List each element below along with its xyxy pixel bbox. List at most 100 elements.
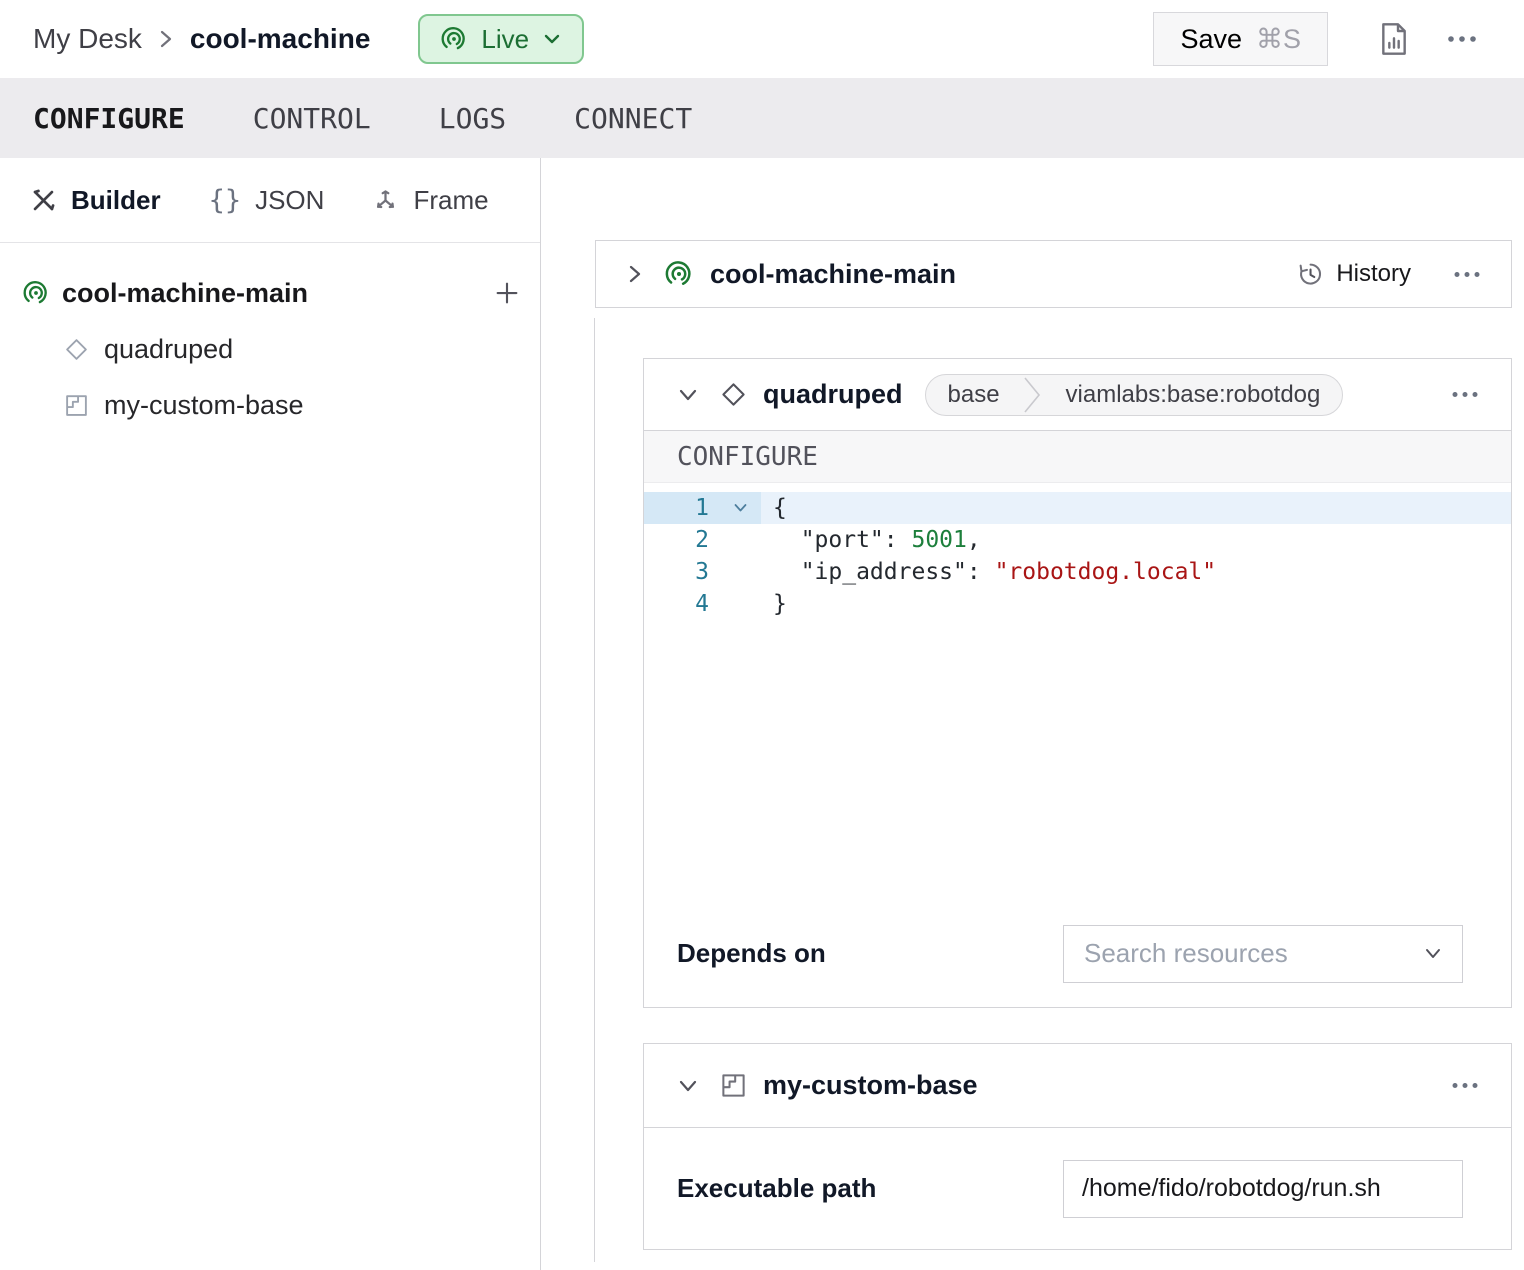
mode-frame-label: Frame bbox=[413, 185, 488, 216]
tab-connect[interactable]: CONNECT bbox=[574, 102, 692, 135]
breadcrumb-parent-link[interactable]: My Desk bbox=[33, 23, 142, 55]
report-icon[interactable] bbox=[1378, 20, 1410, 58]
mode-frame[interactable]: Frame bbox=[372, 185, 488, 216]
config-mode-switcher: Builder {} JSON Frame bbox=[0, 158, 540, 243]
code-text: } bbox=[761, 588, 1511, 620]
quadruped-card-title: quadruped bbox=[763, 379, 903, 410]
custom-base-card-menu[interactable] bbox=[1451, 1082, 1479, 1089]
depends-on-row: Depends on bbox=[644, 900, 1511, 1007]
machine-name: cool-machine bbox=[190, 23, 370, 55]
tree-base-label: my-custom-base bbox=[104, 390, 304, 421]
fold-gutter bbox=[719, 556, 761, 588]
quadruped-card-menu[interactable] bbox=[1451, 391, 1479, 398]
line-number: 4 bbox=[644, 588, 719, 620]
code-text: "ip_address": "robotdog.local" bbox=[761, 556, 1511, 588]
tree-item-machine-part[interactable]: cool-machine-main bbox=[0, 265, 540, 321]
code-text: "port": 5001, bbox=[761, 524, 1511, 556]
save-button[interactable]: Save ⌘S bbox=[1153, 12, 1328, 66]
expand-machine-card-button[interactable] bbox=[626, 261, 644, 287]
code-key: "ip_address": bbox=[773, 559, 995, 585]
mode-json-label: JSON bbox=[255, 185, 324, 216]
machine-card-menu[interactable] bbox=[1453, 271, 1481, 278]
line-number: 2 bbox=[644, 524, 719, 556]
code-line-2[interactable]: 2 "port": 5001, bbox=[644, 524, 1511, 556]
mode-builder[interactable]: Builder bbox=[30, 185, 161, 216]
code-key: "port": bbox=[773, 527, 911, 553]
tab-control[interactable]: CONTROL bbox=[253, 102, 371, 135]
executable-path-input[interactable] bbox=[1082, 1174, 1444, 1203]
search-resources-input[interactable] bbox=[1084, 938, 1422, 969]
breadcrumb-separator-icon bbox=[158, 27, 174, 51]
code-line-4[interactable]: 4 } bbox=[644, 588, 1511, 620]
collapse-base-button[interactable] bbox=[676, 1078, 700, 1094]
machine-part-card: cool-machine-main History bbox=[595, 240, 1512, 308]
badge-type: base bbox=[926, 375, 1022, 415]
code-text: { bbox=[761, 492, 1511, 524]
tree-item-quadruped[interactable]: quadruped bbox=[0, 321, 540, 377]
executable-path-row: Executable path bbox=[644, 1128, 1511, 1249]
builder-tools-icon bbox=[30, 187, 57, 214]
add-resource-button[interactable] bbox=[492, 278, 522, 308]
history-button[interactable]: History bbox=[1296, 260, 1411, 288]
process-steps-icon bbox=[64, 393, 89, 418]
tree-item-my-custom-base[interactable]: my-custom-base bbox=[0, 377, 540, 433]
frame-axes-icon bbox=[372, 187, 399, 214]
code-number-token: 5001 bbox=[911, 527, 966, 553]
machine-part-icon bbox=[22, 279, 50, 307]
quadruped-card-header: quadruped base viamlabs:base:robotdog bbox=[644, 359, 1511, 431]
curly-braces-icon: {} bbox=[209, 185, 242, 216]
machine-status-dropdown[interactable]: Live bbox=[418, 14, 584, 64]
json-attributes-editor[interactable]: 1 { 2 "port": 5001, 3 "ip_address": "rob… bbox=[644, 483, 1511, 900]
code-string-token: "robotdog.local" bbox=[995, 559, 1217, 585]
quadruped-card: quadruped base viamlabs:base:robotdog CO… bbox=[643, 358, 1512, 1008]
fold-gutter bbox=[719, 588, 761, 620]
custom-base-card-title: my-custom-base bbox=[763, 1070, 978, 1101]
depends-on-select[interactable] bbox=[1063, 925, 1463, 983]
history-clock-icon bbox=[1296, 260, 1324, 288]
chevron-down-icon bbox=[542, 32, 562, 46]
save-label: Save bbox=[1180, 24, 1242, 55]
tab-logs[interactable]: LOGS bbox=[439, 102, 506, 135]
executable-path-label: Executable path bbox=[677, 1173, 876, 1204]
header-overflow-menu[interactable] bbox=[1446, 35, 1478, 43]
resource-type-badge: base viamlabs:base:robotdog bbox=[925, 374, 1344, 416]
tree-machine-label: cool-machine-main bbox=[62, 278, 308, 309]
code-punct: , bbox=[967, 527, 981, 553]
tree-quadruped-label: quadruped bbox=[104, 334, 233, 365]
machine-part-icon bbox=[664, 259, 694, 289]
badge-divider-icon bbox=[1022, 374, 1044, 416]
fold-chevron-icon[interactable] bbox=[719, 492, 761, 524]
mode-builder-label: Builder bbox=[71, 185, 161, 216]
machine-tabs: CONFIGURE CONTROL LOGS CONNECT bbox=[0, 78, 1524, 158]
mode-json[interactable]: {} JSON bbox=[209, 185, 325, 216]
history-label: History bbox=[1336, 260, 1411, 288]
breadcrumb: My Desk cool-machine bbox=[33, 23, 370, 55]
custom-base-card-header: my-custom-base bbox=[644, 1044, 1511, 1128]
live-broadcast-icon bbox=[440, 25, 468, 53]
badge-model: viamlabs:base:robotdog bbox=[1044, 375, 1343, 415]
component-diamond-icon bbox=[64, 337, 89, 362]
machine-card-title: cool-machine-main bbox=[710, 259, 956, 290]
line-number: 3 bbox=[644, 556, 719, 588]
code-line-1[interactable]: 1 { bbox=[644, 492, 1511, 524]
machine-page: My Desk cool-machine Live Save ⌘S bbox=[0, 0, 1524, 1270]
config-sidebar: Builder {} JSON Frame bbox=[0, 158, 541, 1270]
configure-section-header: CONFIGURE bbox=[644, 431, 1511, 483]
collapse-quadruped-button[interactable] bbox=[676, 387, 700, 403]
live-status-label: Live bbox=[481, 24, 529, 55]
code-line-3[interactable]: 3 "ip_address": "robotdog.local" bbox=[644, 556, 1511, 588]
top-header: My Desk cool-machine Live Save ⌘S bbox=[0, 0, 1524, 78]
fold-gutter bbox=[719, 524, 761, 556]
save-shortcut: ⌘S bbox=[1256, 24, 1301, 55]
process-steps-icon bbox=[720, 1072, 747, 1099]
depends-on-label: Depends on bbox=[677, 938, 826, 969]
tree-guide-line bbox=[594, 318, 595, 1262]
executable-path-box bbox=[1063, 1160, 1463, 1218]
configure-section-label: CONFIGURE bbox=[677, 442, 818, 472]
select-chevron-down-icon bbox=[1422, 946, 1444, 961]
line-number: 1 bbox=[644, 492, 719, 524]
tab-configure[interactable]: CONFIGURE bbox=[33, 102, 185, 135]
component-diamond-icon bbox=[720, 381, 747, 408]
resource-tree: cool-machine-main quadruped my-custom-ba… bbox=[0, 243, 540, 433]
custom-base-card: my-custom-base Executable path bbox=[643, 1043, 1512, 1250]
